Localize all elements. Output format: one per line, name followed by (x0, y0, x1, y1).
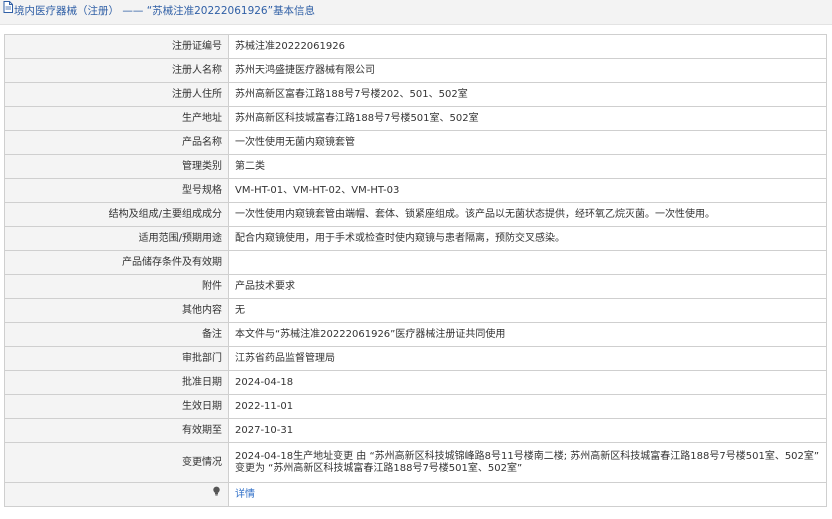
row-label-attachment: 附件 (5, 274, 229, 299)
row-value-expiry-date: 2027-10-31 (228, 418, 826, 443)
row-value-storage (228, 250, 826, 275)
header-suffix: 基本信息 (273, 5, 316, 17)
row-label-production-address: 生产地址 (5, 106, 229, 131)
row-value-management-class: 第二类 (228, 154, 826, 179)
row-value-change: 2024-04-18生产地址变更 由 “苏州高新区科技城锦峰路8号11号楼南二楼… (228, 442, 826, 483)
row-value-model-spec: VM-HT-01、VM-HT-02、VM-HT-03 (228, 178, 826, 203)
table-row: 变更情况 2024-04-18生产地址变更 由 “苏州高新区科技城锦峰路8号11… (5, 442, 826, 483)
table-row: 适用范围/预期用途 配合内窥镜使用，用于手术或检查时使内窥镜与患者隔离，预防交叉… (5, 226, 826, 251)
row-label-structure: 结构及组成/主要组成成分 (5, 202, 229, 227)
table-row: 有效期至 2027-10-31 (5, 418, 826, 443)
row-label-remarks: 备注 (5, 322, 229, 347)
row-value-remarks: 本文件与“苏械注准20222061926”医疗器械注册证共同使用 (228, 322, 826, 347)
row-label-expiry-date: 有效期至 (5, 418, 229, 443)
row-label-management-class: 管理类别 (5, 154, 229, 179)
page-header: 境内医疗器械（注册） —— “苏械注准20222061926”基本信息 (0, 0, 832, 25)
row-label-approval-date: 批准日期 (5, 370, 229, 395)
table-row: 产品储存条件及有效期 (5, 250, 826, 275)
row-label-registration-number: 注册证编号 (5, 35, 229, 59)
row-label-effective-date: 生效日期 (5, 394, 229, 419)
row-value-footer: 详情 (228, 482, 826, 506)
info-table-body: 注册证编号 苏械注准20222061926 注册人名称 苏州天鸿盛捷医疗器械有限… (5, 35, 826, 506)
table-row: 附件 产品技术要求 (5, 274, 826, 299)
table-row: 注册证编号 苏械注准20222061926 (5, 35, 826, 59)
change-line-2: 变更为 “苏州高新区科技城富春江路188号7号楼501室、502室” (235, 462, 523, 474)
table-row: 其他内容 无 (5, 298, 826, 323)
table-row: 型号规格 VM-HT-01、VM-HT-02、VM-HT-03 (5, 178, 826, 203)
table-row: 注册人名称 苏州天鸿盛捷医疗器械有限公司 (5, 58, 826, 83)
row-label-footer (5, 482, 229, 506)
row-value-approval-date: 2024-04-18 (228, 370, 826, 395)
row-value-registration-number: 苏械注准20222061926 (228, 35, 826, 59)
table-row: 批准日期 2024-04-18 (5, 370, 826, 395)
table-row: 备注 本文件与“苏械注准20222061926”医疗器械注册证共同使用 (5, 322, 826, 347)
row-label-registrant-name: 注册人名称 (5, 58, 229, 83)
row-value-intended-use: 配合内窥镜使用，用于手术或检查时使内窥镜与患者隔离，预防交叉感染。 (228, 226, 826, 251)
row-label-change: 变更情况 (5, 442, 229, 483)
row-value-product-name: 一次性使用无菌内窥镜套管 (228, 130, 826, 155)
row-value-approval-dept: 江苏省药品监督管理局 (228, 346, 826, 371)
row-value-other: 无 (228, 298, 826, 323)
row-label-model-spec: 型号规格 (5, 178, 229, 203)
header-quoted-name: “苏械注准20222061926” (146, 5, 274, 17)
row-value-registrant-address: 苏州高新区富春江路188号7号楼202、501、502室 (228, 82, 826, 107)
table-row: 详情 (5, 482, 826, 506)
row-label-product-name: 产品名称 (5, 130, 229, 155)
detail-link[interactable]: 详情 (235, 489, 255, 500)
table-row: 生效日期 2022-11-01 (5, 394, 826, 419)
table-row: 产品名称 一次性使用无菌内窥镜套管 (5, 130, 826, 155)
row-value-structure: 一次性使用内窥镜套管由端帽、套体、锁紧座组成。该产品以无菌状态提供，经环氧乙烷灭… (228, 202, 826, 227)
row-label-other: 其他内容 (5, 298, 229, 323)
row-label-registrant-address: 注册人住所 (5, 82, 229, 107)
row-value-attachment: 产品技术要求 (228, 274, 826, 299)
row-label-storage: 产品储存条件及有效期 (5, 250, 229, 275)
header-prefix: 境内医疗器械（注册） (14, 5, 119, 17)
row-value-registrant-name: 苏州天鸿盛捷医疗器械有限公司 (228, 58, 826, 83)
info-table-container: 注册证编号 苏械注准20222061926 注册人名称 苏州天鸿盛捷医疗器械有限… (4, 34, 827, 507)
lightbulb-icon (212, 486, 221, 500)
info-table: 注册证编号 苏械注准20222061926 注册人名称 苏州天鸿盛捷医疗器械有限… (5, 35, 826, 506)
table-row: 审批部门 江苏省药品监督管理局 (5, 346, 826, 371)
row-label-intended-use: 适用范围/预期用途 (5, 226, 229, 251)
table-row: 结构及组成/主要组成成分 一次性使用内窥镜套管由端帽、套体、锁紧座组成。该产品以… (5, 202, 826, 227)
row-label-approval-dept: 审批部门 (5, 346, 229, 371)
change-line-1: 2024-04-18生产地址变更 由 “苏州高新区科技城锦峰路8号11号楼南二楼… (235, 451, 820, 462)
table-row: 注册人住所 苏州高新区富春江路188号7号楼202、501、502室 (5, 82, 826, 107)
row-value-production-address: 苏州高新区科技城富春江路188号7号楼501室、502室 (228, 106, 826, 131)
table-row: 管理类别 第二类 (5, 154, 826, 179)
table-row: 生产地址 苏州高新区科技城富春江路188号7号楼501室、502室 (5, 106, 826, 131)
header-separator: —— (119, 5, 147, 17)
document-icon (3, 0, 13, 21)
row-value-effective-date: 2022-11-01 (228, 394, 826, 419)
